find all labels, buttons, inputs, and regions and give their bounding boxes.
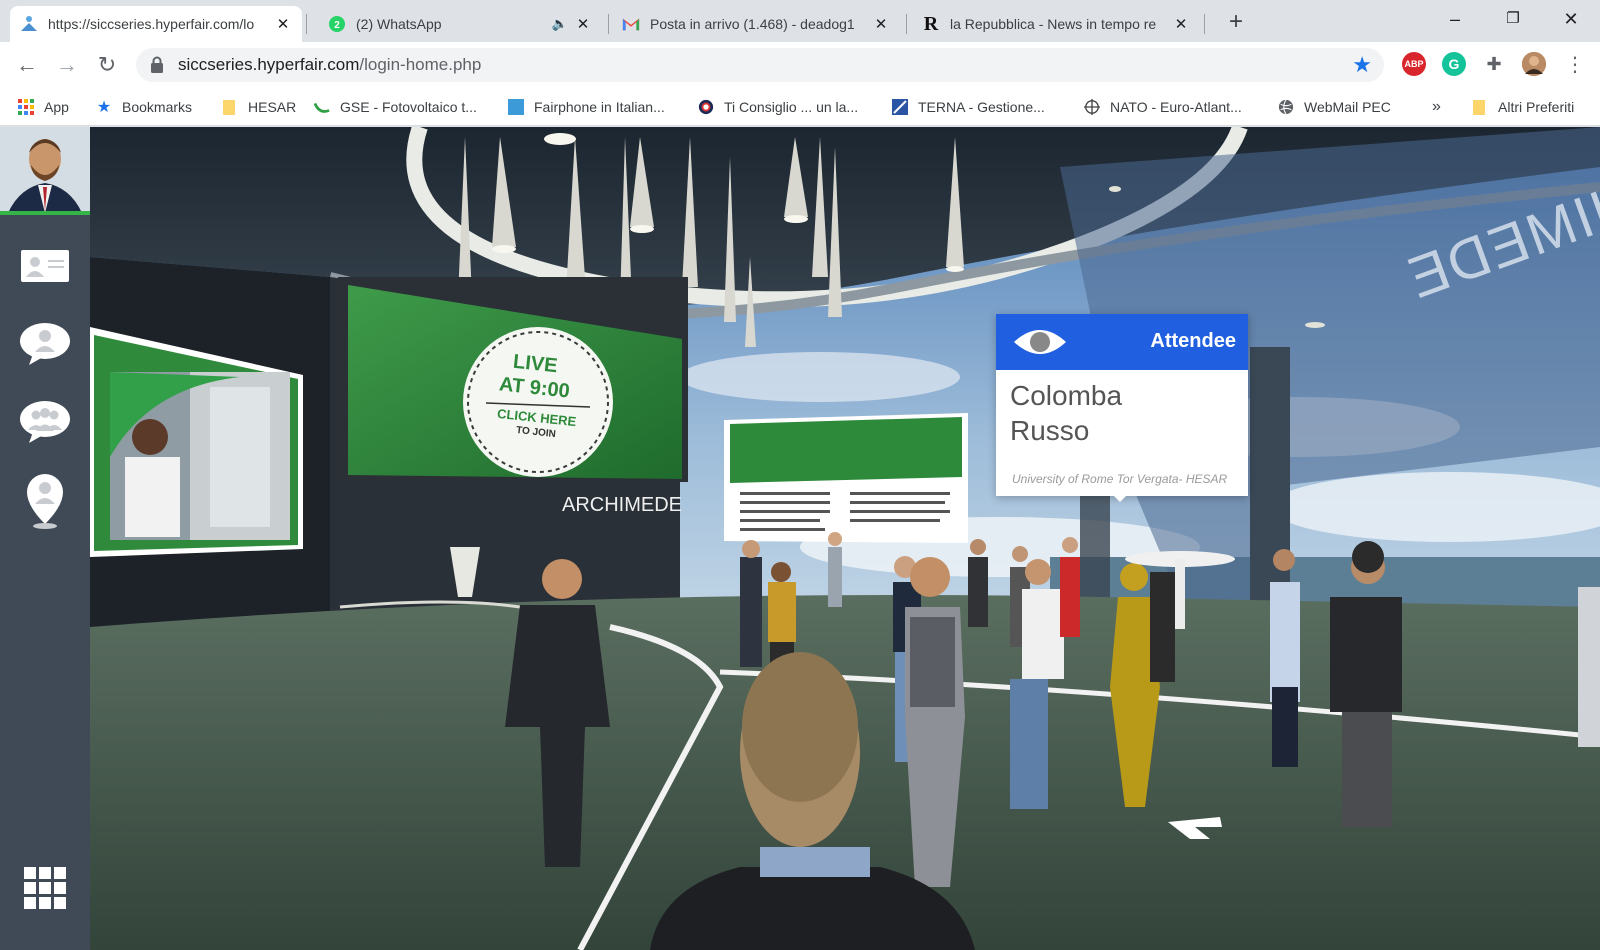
bookmarks-overflow-button[interactable]: » [1432,96,1441,118]
ticonsiglio-icon [698,99,714,115]
bookmark-label: GSE - Fotovoltaico t... [340,99,477,115]
globe-icon [1278,99,1294,115]
new-tab-button[interactable]: + [1222,9,1250,37]
lock-icon [151,56,163,73]
bookmark-webmail-pec[interactable]: WebMail PEC [1278,96,1391,118]
svg-text:2: 2 [334,20,340,31]
bookmark-label: Bookmarks [122,99,193,115]
profile-avatar-icon[interactable] [1522,52,1546,76]
bookmarks-bar: App ★ Bookmarks HESAR GSE - Fotovoltaico… [0,88,1600,126]
repubblica-icon: R [923,12,939,35]
chat-bubble-group-icon [20,401,70,443]
restore-button[interactable]: ❐ [1490,4,1536,34]
attendee-card-header: Attendee [996,314,1248,370]
bookmark-label: Altri Preferiti [1498,99,1575,115]
browser-toolbar: ← → ↻ siccseries.hyperfair.com/login-hom… [0,42,1600,88]
bookmark-label: WebMail PEC [1304,99,1391,115]
back-button[interactable]: ← [12,50,42,80]
bookmark-label: » [1432,98,1441,115]
address-bar[interactable]: siccseries.hyperfair.com/login-home.php … [136,48,1384,82]
tab-close-icon[interactable]: ✕ [872,15,890,33]
map-pin-user-icon [27,474,63,529]
tab-hyperfair[interactable]: https://siccseries.hyperfair.com/lo ✕ [10,6,302,42]
attendee-last-name: Russo [1010,415,1090,446]
hyperfair-icon [20,15,38,33]
tab-title: https://siccseries.hyperfair.com/lo [48,16,255,32]
business-card-button[interactable] [18,239,72,293]
bookmark-label: Fairphone in Italian... [534,99,665,115]
tab-gmail[interactable]: Posta in arrivo (1.468) - deadog1 ✕ [612,6,900,42]
attendee-info-card[interactable]: Attendee Colomba Russo University of Rom… [996,314,1248,502]
url-text: siccseries.hyperfair.com/login-home.php [178,55,481,75]
bookmark-fairphone[interactable]: Fairphone in Italian... [508,96,665,118]
star-icon: ★ [96,99,112,116]
apps-grid-icon [18,99,34,115]
tab-close-icon[interactable]: ✕ [274,15,292,33]
left-sidebar [0,127,90,950]
gse-icon [314,99,330,115]
fairphone-icon [508,99,524,115]
tab-title: (2) WhatsApp [356,16,442,32]
tab-whatsapp[interactable]: 2 (2) WhatsApp 🔈 ✕ [318,6,602,42]
tab-strip: https://siccseries.hyperfair.com/lo ✕ 2 … [0,0,1600,42]
bookmark-star-icon[interactable]: ★ [1352,52,1372,78]
apps-menu-grid-icon[interactable] [24,867,66,909]
bookmark-label: HESAR [248,99,297,115]
tab-title: la Repubblica - News in tempo re [950,16,1157,32]
bookmark-altri-preferiti[interactable]: Altri Preferiti [1472,96,1574,118]
reload-button[interactable]: ↻ [92,50,122,80]
terna-icon [892,99,908,115]
bookmark-nato[interactable]: NATO - Euro-Atlant... [1084,96,1242,118]
folder-icon [222,99,238,115]
attendee-role-label: Attendee [1150,330,1236,352]
tab-title: Posta in arrivo (1.468) - deadog1 [650,16,855,32]
minimize-button[interactable]: – [1432,4,1478,34]
bookmark-hesar[interactable]: HESAR [222,96,296,118]
close-window-button[interactable]: ✕ [1548,4,1594,34]
bookmark-label: Ti Consiglio ... un la... [724,99,859,115]
3d-exhibition-hall[interactable] [0,127,1600,950]
online-status-bar [0,211,90,215]
chat-bubble-user-icon [20,323,70,365]
tab-close-icon[interactable]: ✕ [574,15,592,33]
attendee-name: Colomba Russo [1010,378,1240,448]
extensions-puzzle-icon[interactable]: ✚ [1482,52,1506,76]
attendee-organization: University of Rome Tor Vergata- HESAR [1012,472,1228,486]
tab-repubblica[interactable]: R la Repubblica - News in tempo re ✕ [912,6,1200,42]
url-path: /login-home.php [359,55,482,74]
tab-audio-muted-icon[interactable]: 🔈 [552,16,568,32]
attendee-first-name: Colomba [1010,380,1123,411]
adblock-label: ABP [1404,59,1424,69]
bookmark-bookmarks[interactable]: ★ Bookmarks [96,96,192,118]
nato-icon [1084,99,1100,115]
bookmark-label: TERNA - Gestione... [918,99,1045,115]
business-card-icon [21,250,69,282]
bookmark-app[interactable]: App [18,96,69,118]
bookmark-label: App [44,99,69,115]
live-badge-line1[interactable]: LIVE [512,351,559,379]
card-pointer [1112,494,1128,502]
group-chat-button[interactable] [18,395,72,449]
bookmark-label: NATO - Euro-Atlant... [1110,99,1242,115]
private-chat-button[interactable] [18,317,72,371]
grammarly-extension-icon[interactable]: G [1442,52,1466,76]
browser-menu-icon[interactable]: ⋮ [1560,50,1590,80]
virtual-fair-viewport[interactable]: LIVE AT 9:00 CLICK HERE TO JOIN ARCHIMED… [0,127,1600,950]
eye-icon [1014,330,1066,354]
bookmark-terna[interactable]: TERNA - Gestione... [892,96,1045,118]
user-profile-avatar[interactable] [0,127,90,213]
bookmark-gse[interactable]: GSE - Fotovoltaico t... [314,96,477,118]
folder-icon [1472,99,1488,115]
forward-button[interactable]: → [52,50,82,80]
map-location-button[interactable] [18,474,72,529]
adblock-extension-icon[interactable]: ABP [1402,52,1426,76]
tab-close-icon[interactable]: ✕ [1172,15,1190,33]
gmail-icon [622,15,640,33]
bookmark-ticonsiglio[interactable]: Ti Consiglio ... un la... [698,96,858,118]
booth-name-sign: ARCHIMEDE [562,494,683,516]
url-domain: siccseries.hyperfair.com [178,55,360,74]
whatsapp-icon: 2 [328,15,346,33]
